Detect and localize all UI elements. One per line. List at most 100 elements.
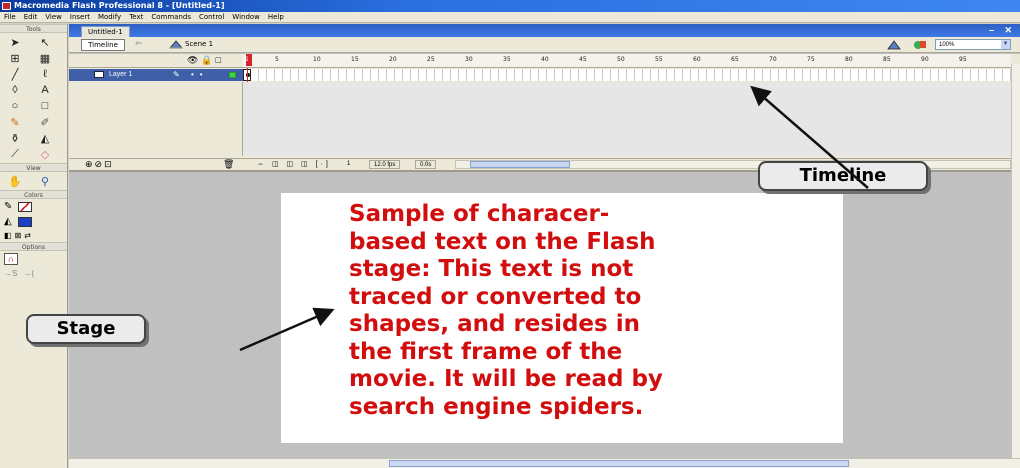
frame-rate[interactable]: 12.0 fps: [369, 160, 401, 169]
menu-view[interactable]: View: [41, 13, 66, 21]
pencil-icon: ✎: [173, 70, 180, 79]
menu-help[interactable]: Help: [264, 13, 288, 21]
ruler-tick: 95: [959, 56, 967, 63]
title-bar: Macromedia Flash Professional 8 - [Untit…: [0, 0, 1020, 12]
back-arrow-icon[interactable]: ⇐: [135, 38, 143, 49]
scene-label: Scene 1: [185, 40, 214, 48]
view-heading: View: [0, 163, 67, 172]
document-tab-bar: Untitled-1 – ✕: [69, 24, 1020, 37]
layer-icon: [94, 71, 104, 78]
options-heading: Options: [0, 242, 67, 251]
stage[interactable]: Sample of characer- based text on the Fl…: [281, 193, 843, 443]
outline-toggle-icon[interactable]: [229, 72, 236, 78]
layer-row[interactable]: Layer 1 ✎ ••: [69, 69, 243, 81]
menu-control[interactable]: Control: [195, 13, 228, 21]
smooth-option-icon[interactable]: →S: [4, 269, 17, 278]
snap-to-objects-icon[interactable]: ∩: [4, 253, 18, 265]
zoom-dropdown[interactable]: 100% ▼: [935, 39, 1011, 50]
zoom-value: 100%: [939, 42, 955, 48]
menu-window[interactable]: Window: [228, 13, 264, 21]
elapsed-time: 0.0s: [415, 160, 437, 169]
ruler-tick: 60: [693, 56, 701, 63]
colors-heading: Colors: [0, 190, 67, 199]
insert-layer-icons[interactable]: ⊕⊘⊡: [85, 159, 114, 170]
tools-heading: Tools: [0, 24, 67, 33]
timeline-toggle-button[interactable]: Timeline: [81, 39, 125, 51]
edit-scene-icon[interactable]: [887, 39, 901, 50]
rectangle-tool-icon[interactable]: □: [34, 98, 56, 114]
ruler-tick: 1: [245, 56, 249, 63]
ruler-tick: 75: [807, 56, 815, 63]
ruler-tick: 50: [617, 56, 625, 63]
tools-panel: Tools ➤ ↖ ⊞ ▦ ╱ ℓ ◊ A ○ □ ✎ ✐ ⚱ ◭ ⟋ ◇ Vi…: [0, 24, 68, 468]
edit-symbol-icon[interactable]: [913, 39, 927, 50]
no-color-icon[interactable]: ⊠: [15, 231, 22, 240]
onion-skin-icons[interactable]: ⇔ ◫ ◫ ◫ [·]: [257, 160, 331, 168]
ruler-tick: 85: [883, 56, 891, 63]
frame-cells[interactable]: [243, 69, 1011, 81]
layer-name[interactable]: Layer 1: [109, 71, 132, 78]
fill-color-swatch[interactable]: [17, 216, 32, 227]
straighten-option-icon[interactable]: →(: [23, 269, 34, 278]
flash-app-icon: [2, 2, 11, 10]
text-tool-icon[interactable]: A: [34, 82, 56, 98]
chevron-down-icon[interactable]: ▼: [1001, 40, 1010, 49]
ruler-tick: 80: [845, 56, 853, 63]
ruler-tick: 5: [275, 56, 279, 63]
menu-bar: File Edit View Insert Modify Text Comman…: [0, 12, 1020, 23]
menu-modify[interactable]: Modify: [94, 13, 125, 21]
ruler-tick: 70: [769, 56, 777, 63]
ruler-tick: 35: [503, 56, 511, 63]
menu-text[interactable]: Text: [125, 13, 147, 21]
document-window: Untitled-1 – ✕ Timeline ⇐ Scene 1 100% ▼…: [69, 24, 1020, 468]
ruler-tick: 55: [655, 56, 663, 63]
ruler-tick: 30: [465, 56, 473, 63]
stroke-color-icon: ✎: [4, 201, 13, 212]
timeline-callout: Timeline: [758, 161, 928, 191]
scene-icon: [169, 40, 183, 49]
menu-insert[interactable]: Insert: [66, 13, 94, 21]
gradient-transform-tool-icon[interactable]: ▦: [34, 50, 56, 66]
menu-edit[interactable]: Edit: [20, 13, 42, 21]
stage-text[interactable]: Sample of characer- based text on the Fl…: [349, 201, 837, 421]
ink-bottle-tool-icon[interactable]: ⚱: [4, 130, 26, 146]
black-white-icon[interactable]: ◧: [4, 231, 12, 240]
menu-commands[interactable]: Commands: [147, 13, 195, 21]
window-controls[interactable]: – ✕: [989, 25, 1016, 36]
line-tool-icon[interactable]: ╱: [4, 66, 26, 82]
swap-colors-icon[interactable]: ⇄: [24, 231, 31, 240]
eraser-tool-icon[interactable]: ◇: [34, 146, 56, 162]
document-tab[interactable]: Untitled-1: [81, 26, 130, 37]
vertical-scrollbar[interactable]: [1011, 64, 1020, 464]
stage-callout: Stage: [26, 314, 146, 344]
ruler-tick: 65: [731, 56, 739, 63]
eyedropper-tool-icon[interactable]: ⟋: [4, 146, 26, 162]
menu-file[interactable]: File: [0, 13, 20, 21]
timeline-scroll-thumb[interactable]: [470, 161, 570, 168]
brush-tool-icon[interactable]: ✐: [34, 114, 56, 130]
lasso-tool-icon[interactable]: ℓ: [34, 66, 56, 82]
horizontal-scroll-thumb[interactable]: [389, 460, 849, 467]
stroke-color-swatch[interactable]: [18, 201, 33, 212]
zoom-tool-icon[interactable]: ⚲: [34, 173, 56, 189]
window-title: Macromedia Flash Professional 8 - [Untit…: [14, 1, 225, 10]
timeline-panel: 👁🔒□ 1 5 10 15 20 25 30 35 40 45 50 55 60…: [69, 54, 1020, 172]
frame-grid-empty: [243, 82, 1011, 156]
hand-tool-icon[interactable]: ✋: [4, 173, 26, 189]
pen-tool-icon[interactable]: ◊: [4, 82, 26, 98]
paint-bucket-tool-icon[interactable]: ◭: [34, 130, 56, 146]
layer-header-icons[interactable]: 👁🔒□: [187, 55, 224, 66]
frame-ruler[interactable]: 1 5 10 15 20 25 30 35 40 45 50 55 60 65 …: [243, 54, 1011, 68]
ruler-tick: 15: [351, 56, 359, 63]
horizontal-scrollbar[interactable]: [69, 458, 1020, 468]
subselection-tool-icon[interactable]: ↖: [34, 34, 56, 50]
selection-tool-icon[interactable]: ➤: [4, 34, 26, 50]
trash-icon[interactable]: 🗑: [223, 159, 234, 170]
pencil-tool-icon[interactable]: ✎: [4, 114, 26, 130]
layer-visibility-dots[interactable]: ••: [191, 70, 209, 79]
layer-header: 👁🔒□: [69, 54, 243, 68]
ruler-tick: 90: [921, 56, 929, 63]
oval-tool-icon[interactable]: ○: [4, 98, 26, 114]
free-transform-tool-icon[interactable]: ⊞: [4, 50, 26, 66]
ruler-tick: 10: [313, 56, 321, 63]
